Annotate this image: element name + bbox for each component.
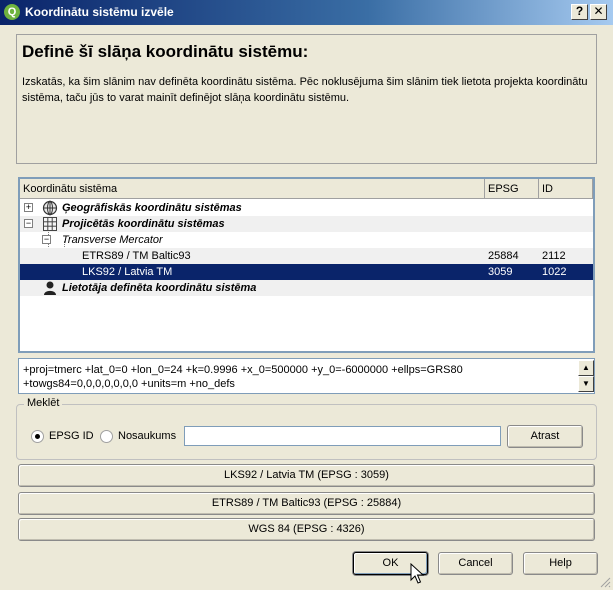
proj-string-box[interactable]: +proj=tmerc +lat_0=0 +lon_0=24 +k=0.9996… bbox=[18, 358, 595, 394]
tree-item-etrs89[interactable]: ETRS89 / TM Baltic93 25884 2112 bbox=[20, 248, 593, 264]
id-value: 2112 bbox=[542, 250, 566, 262]
user-icon bbox=[44, 281, 56, 295]
globe-icon bbox=[42, 200, 58, 216]
column-header-epsg[interactable]: EPSG bbox=[485, 179, 539, 199]
tree-item-label: LKS92 / Latvia TM bbox=[82, 266, 173, 278]
column-header-crs[interactable]: Koordinātu sistēma bbox=[20, 179, 485, 199]
id-value: 1022 bbox=[542, 266, 567, 278]
close-button[interactable]: ✕ bbox=[590, 4, 607, 20]
tree-item-geographic[interactable]: + Ģeogrāfiskās koordinātu sistēmas bbox=[20, 200, 593, 216]
grid-icon bbox=[43, 217, 57, 231]
info-text: Izskatās, ka šim slānim nav definēta koo… bbox=[22, 76, 588, 104]
scroll-up-button[interactable]: ▲ bbox=[578, 360, 594, 376]
title-bar[interactable]: Q Koordinātu sistēmu izvēle ? ✕ bbox=[0, 0, 613, 25]
info-heading: Definē šī slāņa koordinātu sistēmu: bbox=[22, 42, 309, 61]
info-panel: Definē šī slāņa koordinātu sistēmu: Izsk… bbox=[16, 34, 597, 164]
collapse-icon[interactable]: − bbox=[24, 219, 33, 228]
tree-item-label: Transverse Mercator bbox=[62, 234, 163, 246]
recent-crs-button-lks92[interactable]: LKS92 / Latvia TM (EPSG : 3059) bbox=[18, 464, 595, 487]
radio-epsg-id-label[interactable]: EPSG ID bbox=[49, 430, 94, 442]
window-title: Koordinātu sistēmu izvēle bbox=[25, 5, 174, 19]
search-input[interactable] bbox=[184, 426, 501, 446]
find-button[interactable]: Atrast bbox=[507, 425, 583, 448]
radio-name-label[interactable]: Nosaukums bbox=[118, 430, 176, 442]
radio-name[interactable] bbox=[100, 430, 113, 443]
mouse-cursor-icon bbox=[410, 563, 425, 584]
search-legend: Meklēt bbox=[24, 397, 63, 409]
help-button[interactable]: Help bbox=[523, 552, 598, 575]
tree-item-label: Projicētās koordinātu sistēmas bbox=[62, 218, 225, 230]
tree-item-projected[interactable]: − Projicētās koordinātu sistēmas bbox=[20, 216, 593, 232]
column-header-id[interactable]: ID bbox=[539, 179, 593, 199]
tree-item-transverse-mercator[interactable]: − Transverse Mercator bbox=[20, 232, 593, 248]
scroll-down-button[interactable]: ▼ bbox=[578, 376, 594, 392]
collapse-icon[interactable]: − bbox=[42, 235, 51, 244]
epsg-value: 3059 bbox=[488, 266, 513, 278]
tree-item-label: Lietotāja definēta koordinātu sistēma bbox=[62, 282, 257, 294]
tree-header: Koordinātu sistēma EPSG ID bbox=[20, 179, 593, 199]
tree-item-lks92[interactable]: LKS92 / Latvia TM 3059 1022 bbox=[20, 264, 593, 280]
qgis-logo-icon: Q bbox=[4, 4, 20, 20]
epsg-value: 25884 bbox=[488, 250, 519, 262]
tree-item-user-defined[interactable]: Lietotāja definēta koordinātu sistēma bbox=[20, 280, 593, 296]
tree-item-label: ETRS89 / TM Baltic93 bbox=[82, 250, 191, 262]
crs-tree[interactable]: Koordinātu sistēma EPSG ID + Ģeogrāfiskā… bbox=[18, 177, 595, 353]
title-help-button[interactable]: ? bbox=[571, 4, 588, 20]
tree-item-label: Ģeogrāfiskās koordinātu sistēmas bbox=[62, 202, 242, 214]
cancel-button[interactable]: Cancel bbox=[438, 552, 513, 575]
recent-crs-button-wgs84[interactable]: WGS 84 (EPSG : 4326) bbox=[18, 518, 595, 541]
recent-crs-button-etrs89[interactable]: ETRS89 / TM Baltic93 (EPSG : 25884) bbox=[18, 492, 595, 515]
expand-icon[interactable]: + bbox=[24, 203, 33, 212]
proj-string: +proj=tmerc +lat_0=0 +lon_0=24 +k=0.9996… bbox=[23, 364, 463, 390]
resize-grip-icon[interactable] bbox=[599, 576, 611, 588]
radio-epsg-id[interactable] bbox=[31, 430, 44, 443]
